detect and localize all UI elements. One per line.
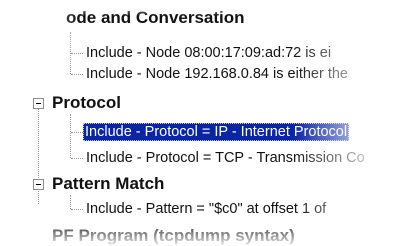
tree-line — [71, 209, 83, 210]
tree-line — [71, 53, 83, 54]
tree-item-node-mac[interactable]: Include - Node 08:00:17:09:ad:72 is ei — [84, 44, 413, 62]
tree-item-label: Include - Pattern = "$c0" at offset 1 of — [86, 201, 327, 217]
group-node-and-conversation[interactable]: ode and Conversation — [66, 8, 245, 28]
minus-icon[interactable] — [33, 98, 44, 109]
tree-item-label: Include - Node 192.168.0.84 is either th… — [86, 66, 348, 82]
tree-line — [70, 195, 71, 209]
tree-item-protocol-tcp[interactable]: Include - Protocol = TCP - Transmission … — [84, 149, 413, 167]
tree-line — [71, 132, 83, 133]
tree-line — [71, 74, 83, 75]
tree-item-label: Include - Protocol = TCP - Transmission … — [86, 150, 365, 166]
minus-icon[interactable] — [33, 179, 44, 190]
tree-item-node-ip[interactable]: Include - Node 192.168.0.84 is either th… — [84, 65, 413, 83]
tree-item-label: Include - Node 08:00:17:09:ad:72 is ei — [86, 45, 332, 61]
tree-item-label: Include - Protocol = IP - Internet Proto… — [83, 123, 350, 141]
tree-line — [71, 158, 83, 159]
filter-tree: ode and Conversation Include - Node 08:0… — [0, 0, 413, 246]
tree-item-protocol-ip[interactable]: Include - Protocol = IP - Internet Proto… — [83, 123, 413, 141]
group-pattern-match[interactable]: Pattern Match — [52, 174, 164, 194]
tree-line — [70, 114, 71, 158]
group-protocol[interactable]: Protocol — [52, 93, 121, 113]
group-bpf-program[interactable]: PF Program (tcpdump syntax) — [52, 226, 295, 246]
tree-item-pattern[interactable]: Include - Pattern = "$c0" at offset 1 of — [84, 200, 413, 218]
